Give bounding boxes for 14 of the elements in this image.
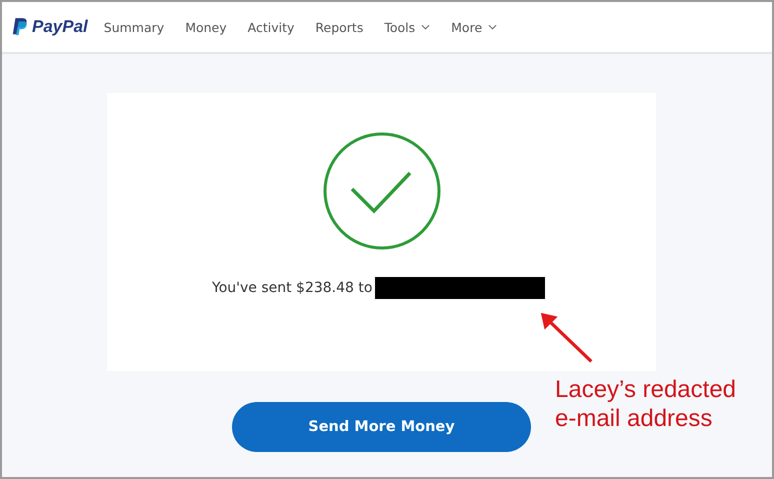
confirmation-message: You've sent $238.48 to bbox=[212, 280, 372, 296]
paypal-logo-icon bbox=[12, 16, 29, 38]
nav-link[interactable]: Activity bbox=[248, 20, 294, 34]
annotation-text: Lacey’s redacted e-mail address bbox=[555, 375, 738, 433]
paypal-logo[interactable]: PayPal bbox=[32, 17, 88, 37]
send-more-money-button[interactable]: Send More Money bbox=[232, 402, 531, 452]
check-circle-icon bbox=[322, 131, 442, 251]
chevron-down-icon bbox=[421, 24, 430, 30]
nav-link[interactable]: More bbox=[451, 20, 498, 34]
nav-link[interactable]: Money bbox=[185, 20, 227, 34]
chevron-down-icon bbox=[488, 24, 498, 30]
nav-link[interactable]: Reports bbox=[315, 20, 364, 34]
nav-link[interactable]: Tools bbox=[384, 20, 430, 34]
nav-link[interactable]: Summary bbox=[104, 20, 164, 34]
